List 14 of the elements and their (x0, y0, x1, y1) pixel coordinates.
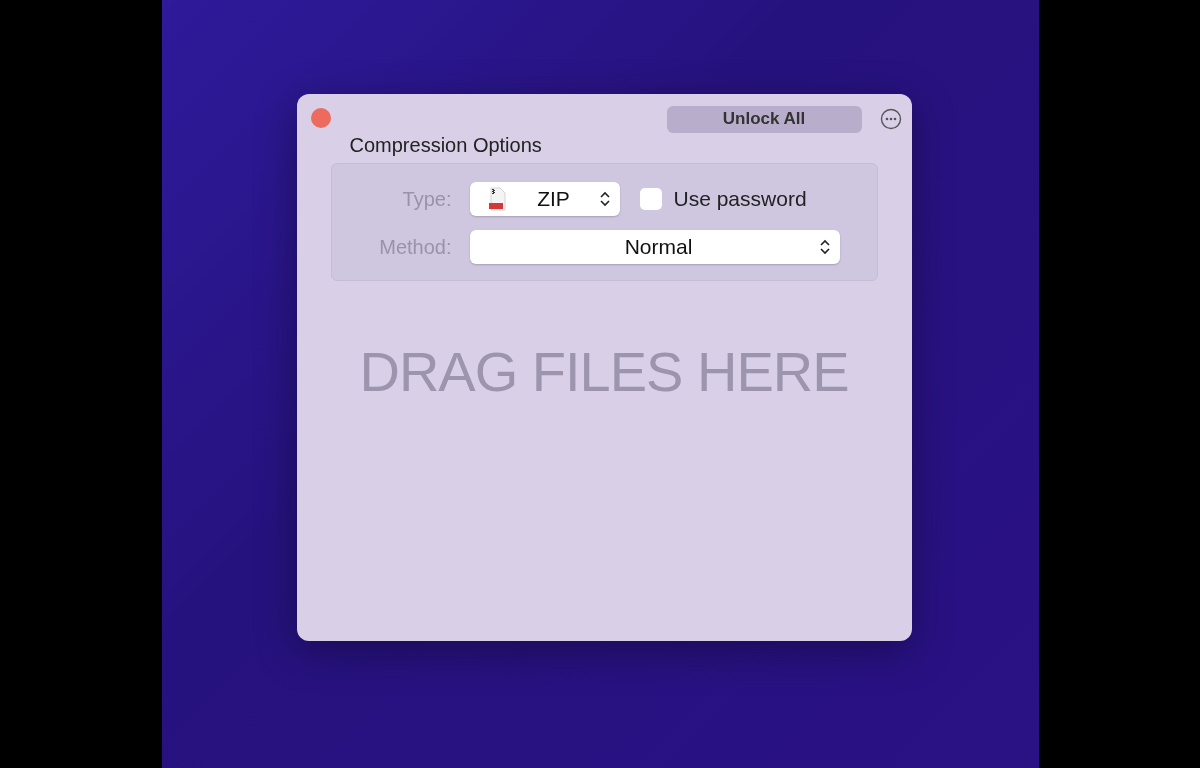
zip-file-icon (487, 187, 508, 211)
more-icon[interactable] (879, 108, 902, 130)
method-label: Method: (378, 235, 453, 259)
section-title: Compression Options (349, 134, 543, 157)
type-dropdown[interactable]: ZIP (469, 182, 620, 216)
close-button[interactable] (310, 108, 331, 128)
type-label: Type: (401, 187, 453, 211)
password-checkbox[interactable] (639, 188, 662, 210)
chevron-icon (599, 191, 610, 207)
drop-zone-text: DRAG FILES HERE (358, 339, 850, 404)
checkbox-label: Use password (673, 187, 807, 211)
method-dropdown[interactable]: Normal (469, 230, 840, 264)
chevron-icon (819, 239, 830, 255)
unlock-all-button[interactable]: Unlock All (666, 105, 862, 133)
